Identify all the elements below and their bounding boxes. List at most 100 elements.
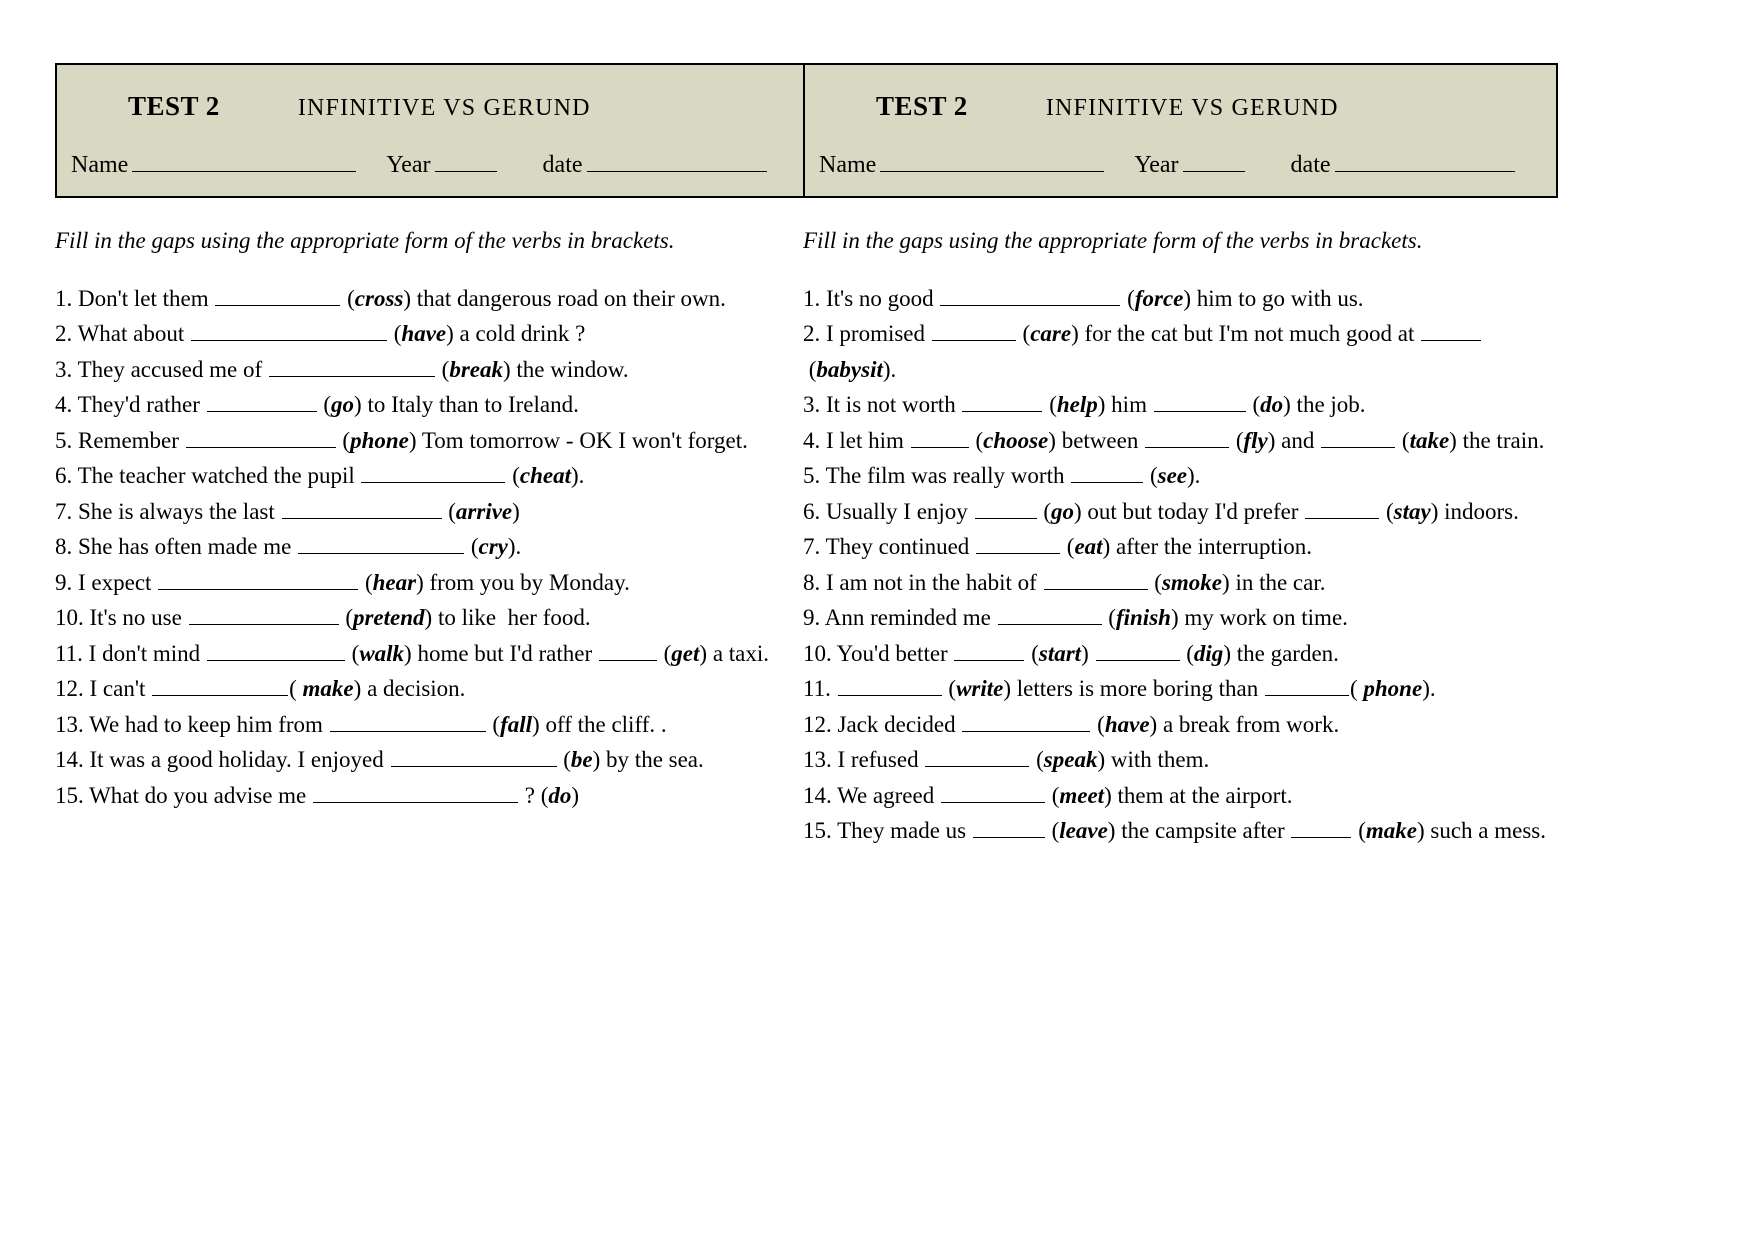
question-number: 7. <box>55 498 73 524</box>
answer-blank[interactable] <box>940 778 1045 803</box>
question-text: ) to Italy than to Ireland. <box>354 392 579 418</box>
question-text: ( <box>1025 640 1039 666</box>
answer-blank[interactable] <box>1153 388 1246 413</box>
answer-blank[interactable] <box>206 388 317 413</box>
answer-blank[interactable] <box>1421 317 1482 342</box>
question-text: ). <box>882 356 897 382</box>
verb-hint: eat <box>1074 534 1103 560</box>
answer-blank[interactable] <box>1321 423 1396 448</box>
question-text: ) him <box>1097 392 1153 418</box>
answer-blank[interactable] <box>390 743 557 768</box>
question-item: 6. Usually I enjoy (go) out but today I'… <box>803 494 1558 530</box>
question-text: Jack decided <box>831 711 962 737</box>
question-text: I can't <box>83 676 152 702</box>
question-text: What do you advise me <box>83 782 312 808</box>
verb-hint: hear <box>372 569 417 595</box>
question-text: ) my work on time. <box>1170 605 1348 631</box>
answer-blank[interactable] <box>962 388 1043 413</box>
answer-blank[interactable] <box>188 601 339 626</box>
answer-blank[interactable] <box>298 530 465 555</box>
answer-blank[interactable] <box>1291 814 1352 839</box>
question-text: ( <box>1030 747 1044 773</box>
answer-blank[interactable] <box>1095 636 1180 661</box>
verb-hint: pretend <box>352 605 425 631</box>
header-title-row: TEST 2 INFINITIVE VS GERUND <box>71 91 794 122</box>
answer-blank[interactable] <box>974 494 1037 519</box>
verb-hint: leave <box>1059 818 1108 844</box>
answer-blank[interactable] <box>185 423 336 448</box>
name-input[interactable] <box>880 146 1105 173</box>
answer-blank[interactable] <box>976 530 1061 555</box>
answer-blank[interactable] <box>206 636 345 661</box>
verb-hint: speak <box>1043 747 1098 773</box>
answer-blank[interactable] <box>931 317 1016 342</box>
answer-blank[interactable] <box>1305 494 1380 519</box>
verb-hint: choose <box>983 427 1049 453</box>
answer-blank[interactable] <box>281 494 442 519</box>
answer-blank[interactable] <box>954 636 1025 661</box>
question-item: 2. I promised (care) for the cat but I'm… <box>803 316 1558 387</box>
question-number: 6. <box>55 463 73 489</box>
question-number: 3. <box>803 392 821 418</box>
question-number: 6. <box>803 498 821 524</box>
answer-blank[interactable] <box>152 672 289 697</box>
question-text: ( <box>1352 818 1366 844</box>
year-input[interactable] <box>1182 146 1245 173</box>
question-number: 4. <box>803 427 821 453</box>
answer-blank[interactable] <box>215 281 341 306</box>
answer-blank[interactable] <box>940 281 1121 306</box>
question-text: It's no good <box>820 285 940 311</box>
question-text: ) out but today I'd prefer <box>1073 498 1305 524</box>
verb-hint: see <box>1157 463 1188 489</box>
name-input[interactable] <box>132 146 357 173</box>
question-text: They made us <box>831 818 972 844</box>
question-text: ) a cold drink ? <box>446 321 586 347</box>
question-text: ( <box>1121 285 1135 311</box>
question-item: 8. She has often made me (cry). <box>55 529 810 565</box>
date-label: date <box>1290 152 1331 179</box>
verb-hint: phone <box>350 427 409 453</box>
question-number: 1. <box>55 285 73 311</box>
answer-blank[interactable] <box>910 423 969 448</box>
date-input[interactable] <box>1334 146 1515 173</box>
question-number: 11. <box>55 640 83 666</box>
question-text: ) <box>512 498 520 524</box>
answer-blank[interactable] <box>268 352 435 377</box>
verb-hint: arrive <box>455 498 513 524</box>
answer-blank[interactable] <box>1264 672 1349 697</box>
question-number: 10. <box>55 605 84 631</box>
question-text: ( <box>341 285 355 311</box>
question-number: 1. <box>803 285 821 311</box>
answer-blank[interactable] <box>962 707 1091 732</box>
answer-blank[interactable] <box>1145 423 1230 448</box>
question-text: ) a taxi. <box>699 640 770 666</box>
question-text: ) and <box>1267 427 1321 453</box>
answer-blank[interactable] <box>837 672 942 697</box>
date-input[interactable] <box>586 146 767 173</box>
question-text: I let him <box>820 427 910 453</box>
question-text: ). <box>507 534 522 560</box>
verb-hint: have <box>401 321 447 347</box>
answer-blank[interactable] <box>361 459 506 484</box>
answer-blank[interactable] <box>191 317 387 342</box>
question-text: ( <box>442 498 456 524</box>
year-input[interactable] <box>434 146 497 173</box>
question-text: ( <box>465 534 479 560</box>
answer-blank[interactable] <box>1043 565 1148 590</box>
question-item: 1. It's no good (force) him to go with u… <box>803 281 1558 317</box>
answer-blank[interactable] <box>997 601 1102 626</box>
answer-blank[interactable] <box>925 743 1030 768</box>
question-text: ( <box>1380 498 1394 524</box>
answer-blank[interactable] <box>1071 459 1144 484</box>
question-text: I am not in the habit of <box>820 569 1043 595</box>
answer-blank[interactable] <box>158 565 359 590</box>
question-text <box>831 676 837 701</box>
answer-blank[interactable] <box>598 636 657 661</box>
answer-blank[interactable] <box>329 707 486 732</box>
question-item: 12. Jack decided (have) a break from wor… <box>803 707 1558 743</box>
worksheet-page: TEST 2 INFINITIVE VS GERUND Name Year da… <box>0 0 1754 1241</box>
answer-blank[interactable] <box>972 814 1045 839</box>
question-number: 12. <box>55 676 84 702</box>
question-number: 4. <box>55 392 73 418</box>
answer-blank[interactable] <box>313 778 518 803</box>
